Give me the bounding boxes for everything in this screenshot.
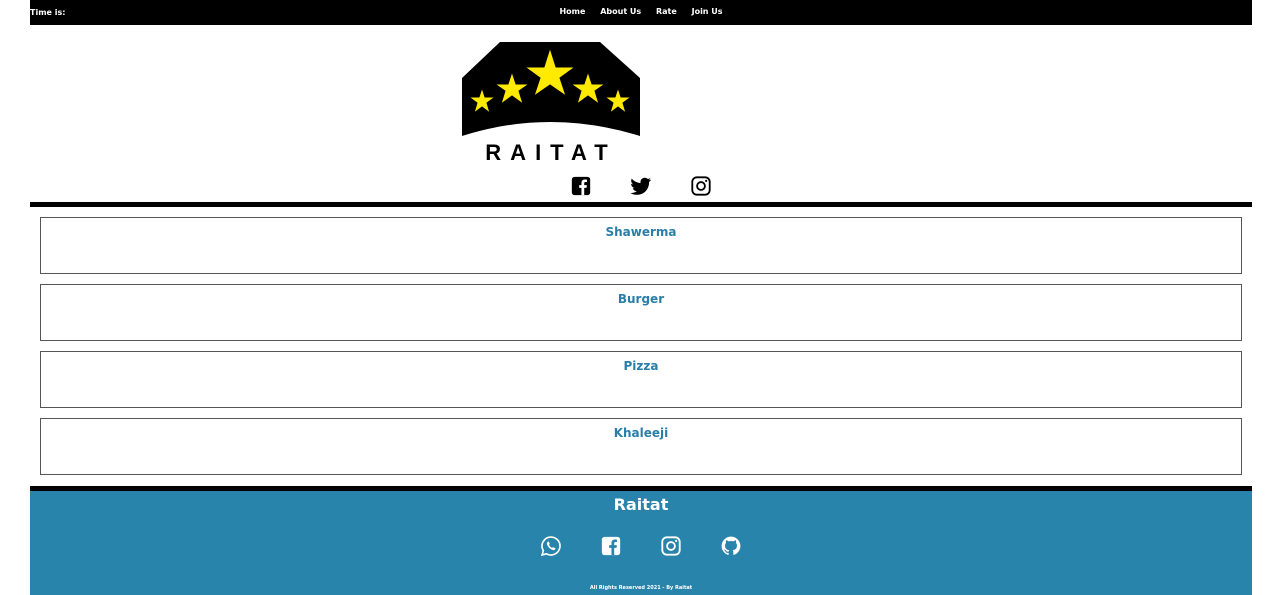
nav-about-us[interactable]: About Us <box>600 7 641 16</box>
category-card-burger[interactable]: Burger <box>40 284 1242 341</box>
category-card-khaleeji[interactable]: Khaleeji <box>40 418 1242 475</box>
nav-rate[interactable]: Rate <box>656 7 677 16</box>
logo-text: RAITAT <box>485 140 616 165</box>
main-nav: Home About Us Rate Join Us <box>30 7 1252 16</box>
raitat-logo: RAITAT <box>462 42 640 165</box>
social-links-top <box>30 175 1252 197</box>
instagram-icon[interactable] <box>690 175 712 197</box>
category-title[interactable]: Pizza <box>624 359 659 373</box>
facebook-icon[interactable] <box>600 535 622 557</box>
twitter-icon[interactable] <box>630 175 652 197</box>
nav-join-us[interactable]: Join Us <box>692 7 723 16</box>
footer: Raitat All Rights Reserved 2021 - By Rai… <box>30 491 1252 595</box>
facebook-icon[interactable] <box>570 175 592 197</box>
category-title[interactable]: Burger <box>618 292 664 306</box>
category-title[interactable]: Khaleeji <box>614 426 669 440</box>
top-bar: Time is: Home About Us Rate Join Us <box>30 0 1252 25</box>
category-list: Shawerma Burger Pizza Khaleeji <box>40 217 1242 485</box>
category-card-pizza[interactable]: Pizza <box>40 351 1242 408</box>
social-links-footer <box>30 535 1252 557</box>
instagram-icon[interactable] <box>660 535 682 557</box>
header-divider <box>30 202 1252 207</box>
github-icon[interactable] <box>720 535 742 557</box>
page: Time is: Home About Us Rate Join Us RAIT… <box>30 0 1252 595</box>
copyright-text: All Rights Reserved 2021 - By Raitat <box>589 585 693 591</box>
whatsapp-icon[interactable] <box>540 535 562 557</box>
nav-home[interactable]: Home <box>559 7 585 16</box>
footer-brand: Raitat <box>613 495 669 514</box>
category-card-shawerma[interactable]: Shawerma <box>40 217 1242 274</box>
category-title[interactable]: Shawerma <box>605 225 676 239</box>
